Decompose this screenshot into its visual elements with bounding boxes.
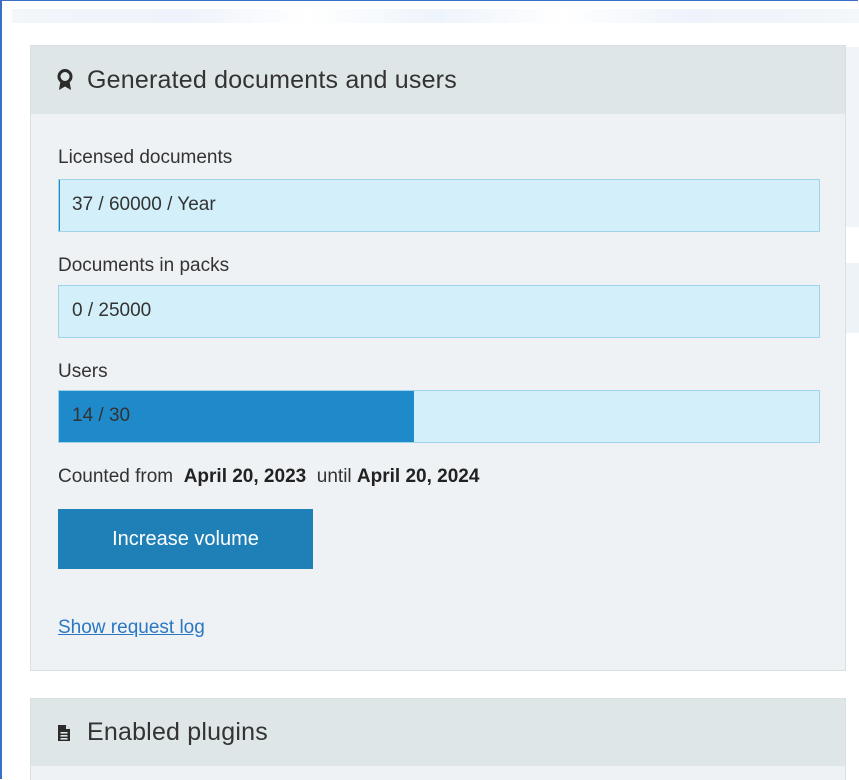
period-start: April 20, 2023 bbox=[184, 466, 307, 487]
increase-volume-button[interactable]: Increase volume bbox=[58, 509, 313, 569]
background-block bbox=[846, 47, 859, 227]
panel-header: Enabled plugins bbox=[31, 699, 845, 766]
window-frame: Generated documents and users Licensed d… bbox=[0, 0, 858, 779]
licensed-documents-bar: 37 / 60000 / Year bbox=[58, 179, 820, 232]
users-value: 14 / 30 bbox=[72, 405, 130, 427]
documents-in-packs-label: Documents in packs bbox=[58, 255, 229, 277]
documents-in-packs-bar: 0 / 25000 bbox=[58, 285, 820, 338]
enabled-plugins-panel: Enabled plugins bbox=[30, 698, 846, 780]
period-middle: until bbox=[317, 466, 352, 487]
award-ribbon-icon bbox=[57, 68, 73, 92]
licensed-documents-value: 37 / 60000 / Year bbox=[72, 194, 216, 216]
plugins-panel-title: Enabled plugins bbox=[87, 718, 268, 747]
counting-period: Counted from April 20, 2023 until April … bbox=[58, 466, 479, 488]
background-block bbox=[846, 263, 859, 333]
show-request-log-link[interactable]: Show request log bbox=[58, 617, 205, 639]
panel-title: Generated documents and users bbox=[87, 66, 457, 95]
background-strip bbox=[12, 9, 859, 23]
licensed-documents-label: Licensed documents bbox=[58, 147, 232, 169]
documents-in-packs-value: 0 / 25000 bbox=[72, 300, 151, 322]
users-label: Users bbox=[58, 361, 108, 383]
document-icon bbox=[57, 721, 73, 745]
documents-users-panel: Generated documents and users Licensed d… bbox=[30, 45, 846, 671]
period-end: April 20, 2024 bbox=[357, 466, 480, 487]
panel-header: Generated documents and users bbox=[31, 46, 845, 114]
period-prefix: Counted from bbox=[58, 466, 173, 487]
users-bar: 14 / 30 bbox=[58, 390, 820, 443]
